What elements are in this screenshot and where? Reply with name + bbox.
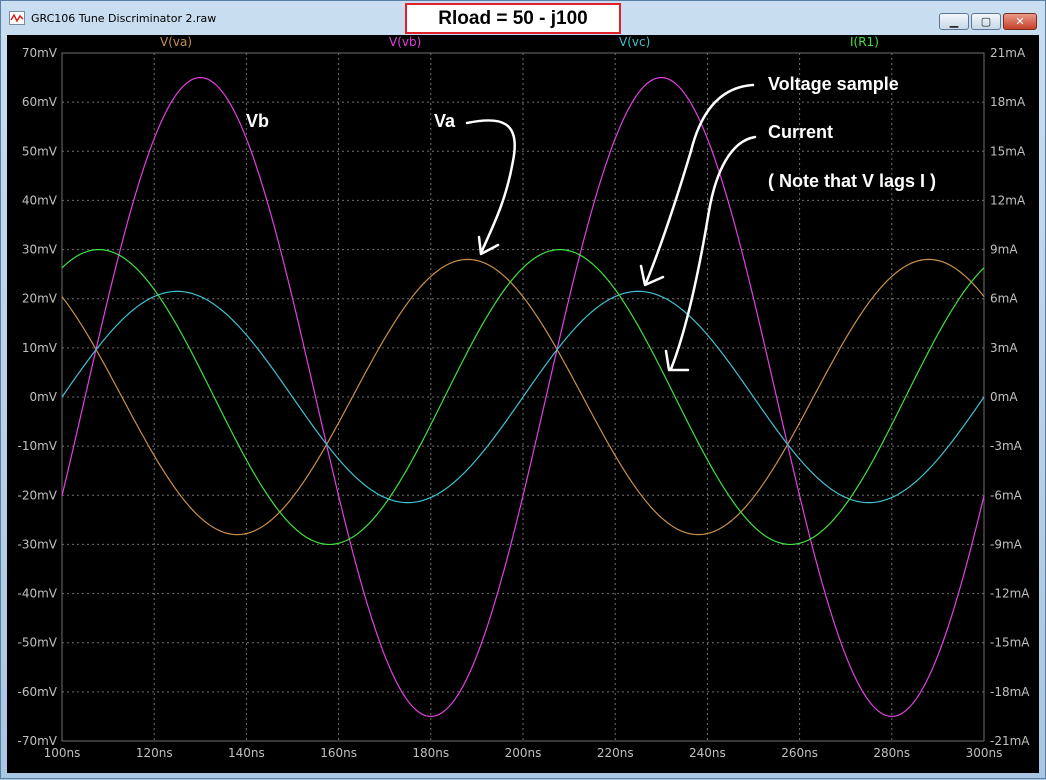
y-right-tick-label: -3mA [990,439,1023,453]
y-right-tick-label: 12mA [990,193,1026,207]
x-tick-label: 220ns [597,746,634,760]
x-tick-label: 160ns [320,746,357,760]
y-right-tick-label: 6mA [990,292,1018,306]
y-right-tick-label: 21mA [990,46,1026,60]
x-tick-label: 280ns [873,746,910,760]
va-arrow-head [477,235,500,256]
y-left-tick-label: 20mV [22,292,58,306]
y-left-tick-label: -20mV [18,488,58,502]
annotation-note: ( Note that V lags I ) [768,171,937,191]
y-right-tick-label: -21mA [990,734,1030,748]
y-right-tick-label: -18mA [990,685,1030,699]
app-window: GRC106 Tune Discriminator 2.raw Rload = … [0,0,1046,779]
x-tick-label: 300ns [966,746,1003,760]
y-left-tick-label: -70mV [18,734,58,748]
y-left-tick-label: -30mV [18,537,58,551]
y-left-tick-label: 10mV [22,341,58,355]
y-right-tick-label: 15mA [990,144,1026,158]
y-left-tick-label: 70mV [22,46,58,60]
y-right-tick-label: -9mA [990,537,1023,551]
y-right-tick-label: -12mA [990,587,1030,601]
y-left-tick-label: 60mV [22,95,58,109]
annotation-voltage-sample: Voltage sample [768,74,899,94]
x-tick-label: 260ns [781,746,818,760]
waveform-chart[interactable]: 100ns 120ns 140ns 160ns 180ns 200ns 220ns 240ns… [1,1,1046,780]
y-right-tick-label: -6mA [990,488,1023,502]
x-tick-label: 240ns [689,746,726,760]
y-right-tick-label: -15mA [990,636,1030,650]
y-right-tick-label: 0mA [990,390,1018,404]
x-tick-label: 100ns [44,746,81,760]
y-left-tick-label: -10mV [18,439,58,453]
annotation-current: Current [768,122,834,142]
y-left-tick-label: -60mV [18,685,58,699]
y-left-tick-label: -50mV [18,636,58,650]
y-right-tick-label: 9mA [990,243,1018,257]
legend-va[interactable]: V(va) [160,35,192,49]
y-right-tick-label: 18mA [990,95,1026,109]
y-left-tick-label: -40mV [18,587,58,601]
annotation-va: Va [434,111,456,131]
y-left-tick-label: 30mV [22,243,58,257]
x-tick-label: 180ns [412,746,449,760]
x-tick-label: 120ns [136,746,173,760]
voltage-sample-arrow [644,83,755,285]
y-left-tick-label: 50mV [22,144,58,158]
y-left-tick-label: 40mV [22,193,58,207]
y-right-tick-label: 3mA [990,341,1018,355]
x-tick-label: 200ns [505,746,542,760]
annotation-vb: Vb [246,111,270,131]
legend-ir1[interactable]: I(R1) [850,35,879,49]
legend-vb[interactable]: V(vb) [389,35,421,49]
y-left-tick-label: 0mV [29,390,57,404]
legend-vc[interactable]: V(vc) [619,35,650,49]
x-tick-label: 140ns [228,746,265,760]
va-arrow [465,119,516,255]
